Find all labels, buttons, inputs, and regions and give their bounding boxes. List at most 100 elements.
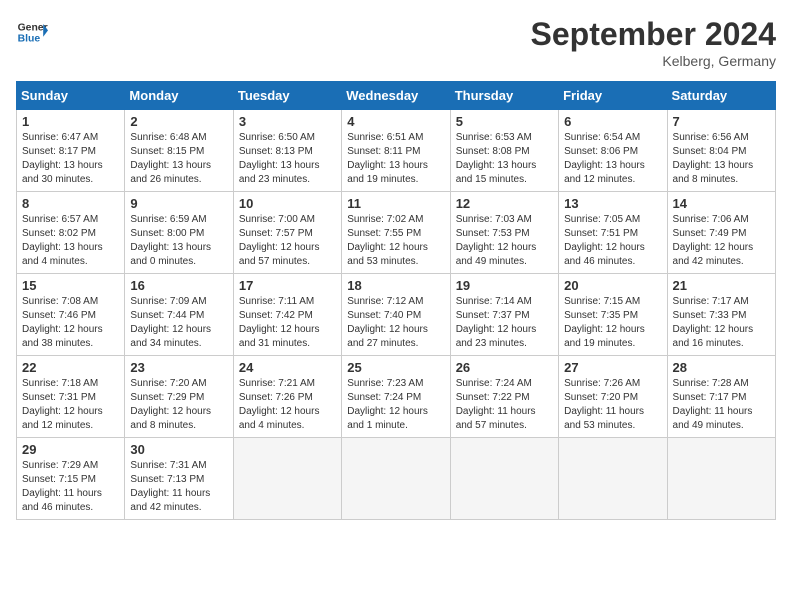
cell-info: Sunrise: 7:23 AM Sunset: 7:24 PM Dayligh… <box>347 377 444 433</box>
header-cell-monday: Monday <box>125 82 233 110</box>
calendar-week-row: 15 Sunrise: 7:08 AM Sunset: 7:46 PM Dayli… <box>17 274 776 356</box>
cell-info: Sunrise: 7:26 AM Sunset: 7:20 PM Dayligh… <box>564 377 661 433</box>
calendar-cell: 19 Sunrise: 7:14 AM Sunset: 7:37 PM Dayli… <box>450 274 558 356</box>
cell-info: Sunrise: 7:03 AM Sunset: 7:53 PM Dayligh… <box>456 213 553 269</box>
cell-info: Sunrise: 6:51 AM Sunset: 8:11 PM Dayligh… <box>347 131 444 187</box>
calendar-week-row: 29 Sunrise: 7:29 AM Sunset: 7:15 PM Dayli… <box>17 438 776 520</box>
calendar-cell: 2 Sunrise: 6:48 AM Sunset: 8:15 PM Daylig… <box>125 110 233 192</box>
calendar-cell <box>233 438 341 520</box>
calendar-week-row: 8 Sunrise: 6:57 AM Sunset: 8:02 PM Daylig… <box>17 192 776 274</box>
calendar-cell: 21 Sunrise: 7:17 AM Sunset: 7:33 PM Dayli… <box>667 274 775 356</box>
cell-info: Sunrise: 6:59 AM Sunset: 8:00 PM Dayligh… <box>130 213 227 269</box>
calendar-cell: 5 Sunrise: 6:53 AM Sunset: 8:08 PM Daylig… <box>450 110 558 192</box>
cell-info: Sunrise: 7:11 AM Sunset: 7:42 PM Dayligh… <box>239 295 336 351</box>
location-subtitle: Kelberg, Germany <box>531 53 776 69</box>
day-number: 4 <box>347 114 444 129</box>
cell-info: Sunrise: 7:24 AM Sunset: 7:22 PM Dayligh… <box>456 377 553 433</box>
header-cell-saturday: Saturday <box>667 82 775 110</box>
day-number: 16 <box>130 278 227 293</box>
calendar-cell: 14 Sunrise: 7:06 AM Sunset: 7:49 PM Dayli… <box>667 192 775 274</box>
day-number: 10 <box>239 196 336 211</box>
cell-info: Sunrise: 7:02 AM Sunset: 7:55 PM Dayligh… <box>347 213 444 269</box>
day-number: 19 <box>456 278 553 293</box>
calendar-week-row: 1 Sunrise: 6:47 AM Sunset: 8:17 PM Daylig… <box>17 110 776 192</box>
calendar-cell: 25 Sunrise: 7:23 AM Sunset: 7:24 PM Dayli… <box>342 356 450 438</box>
header-cell-thursday: Thursday <box>450 82 558 110</box>
cell-info: Sunrise: 7:17 AM Sunset: 7:33 PM Dayligh… <box>673 295 770 351</box>
cell-info: Sunrise: 6:48 AM Sunset: 8:15 PM Dayligh… <box>130 131 227 187</box>
cell-info: Sunrise: 7:15 AM Sunset: 7:35 PM Dayligh… <box>564 295 661 351</box>
cell-info: Sunrise: 6:50 AM Sunset: 8:13 PM Dayligh… <box>239 131 336 187</box>
calendar-cell: 4 Sunrise: 6:51 AM Sunset: 8:11 PM Daylig… <box>342 110 450 192</box>
day-number: 1 <box>22 114 119 129</box>
header-cell-sunday: Sunday <box>17 82 125 110</box>
cell-info: Sunrise: 6:57 AM Sunset: 8:02 PM Dayligh… <box>22 213 119 269</box>
calendar-cell: 24 Sunrise: 7:21 AM Sunset: 7:26 PM Dayli… <box>233 356 341 438</box>
calendar-cell: 1 Sunrise: 6:47 AM Sunset: 8:17 PM Daylig… <box>17 110 125 192</box>
calendar-cell: 23Sunrise: 7:20 AM Sunset: 7:29 PM Dayli… <box>125 356 233 438</box>
day-number: 12 <box>456 196 553 211</box>
logo: General Blue <box>16 16 48 48</box>
calendar-cell: 6 Sunrise: 6:54 AM Sunset: 8:06 PM Daylig… <box>559 110 667 192</box>
day-number: 20 <box>564 278 661 293</box>
calendar-cell: 20 Sunrise: 7:15 AM Sunset: 7:35 PM Dayli… <box>559 274 667 356</box>
cell-info: Sunrise: 6:53 AM Sunset: 8:08 PM Dayligh… <box>456 131 553 187</box>
cell-info: Sunrise: 7:14 AM Sunset: 7:37 PM Dayligh… <box>456 295 553 351</box>
header-cell-wednesday: Wednesday <box>342 82 450 110</box>
day-number: 27 <box>564 360 661 375</box>
day-number: 6 <box>564 114 661 129</box>
calendar-cell: 29 Sunrise: 7:29 AM Sunset: 7:15 PM Dayli… <box>17 438 125 520</box>
cell-info: Sunrise: 6:54 AM Sunset: 8:06 PM Dayligh… <box>564 131 661 187</box>
calendar-cell <box>667 438 775 520</box>
day-number: 2 <box>130 114 227 129</box>
day-number: 14 <box>673 196 770 211</box>
calendar-cell: 30 Sunrise: 7:31 AM Sunset: 7:13 PM Dayli… <box>125 438 233 520</box>
calendar-cell: 10Sunrise: 7:00 AM Sunset: 7:57 PM Dayli… <box>233 192 341 274</box>
calendar-week-row: 22Sunrise: 7:18 AM Sunset: 7:31 PM Dayli… <box>17 356 776 438</box>
cell-info: Sunrise: 7:31 AM Sunset: 7:13 PM Dayligh… <box>130 459 227 515</box>
calendar-cell <box>450 438 558 520</box>
logo-icon: General Blue <box>16 16 48 48</box>
calendar-cell: 13Sunrise: 7:05 AM Sunset: 7:51 PM Dayli… <box>559 192 667 274</box>
calendar-cell <box>342 438 450 520</box>
calendar-cell: 27 Sunrise: 7:26 AM Sunset: 7:20 PM Dayli… <box>559 356 667 438</box>
cell-info: Sunrise: 6:56 AM Sunset: 8:04 PM Dayligh… <box>673 131 770 187</box>
cell-info: Sunrise: 7:06 AM Sunset: 7:49 PM Dayligh… <box>673 213 770 269</box>
day-number: 13 <box>564 196 661 211</box>
month-year-title: September 2024 <box>531 16 776 53</box>
day-number: 18 <box>347 278 444 293</box>
day-number: 8 <box>22 196 119 211</box>
svg-text:Blue: Blue <box>18 34 41 45</box>
calendar-cell: 15 Sunrise: 7:08 AM Sunset: 7:46 PM Dayli… <box>17 274 125 356</box>
header-cell-tuesday: Tuesday <box>233 82 341 110</box>
day-number: 30 <box>130 442 227 457</box>
day-number: 24 <box>239 360 336 375</box>
calendar-cell: 26Sunrise: 7:24 AM Sunset: 7:22 PM Dayli… <box>450 356 558 438</box>
day-number: 15 <box>22 278 119 293</box>
calendar-cell: 12 Sunrise: 7:03 AM Sunset: 7:53 PM Dayli… <box>450 192 558 274</box>
cell-info: Sunrise: 7:28 AM Sunset: 7:17 PM Dayligh… <box>673 377 770 433</box>
cell-info: Sunrise: 7:29 AM Sunset: 7:15 PM Dayligh… <box>22 459 119 515</box>
cell-info: Sunrise: 7:20 AM Sunset: 7:29 PM Dayligh… <box>130 377 227 433</box>
day-number: 29 <box>22 442 119 457</box>
calendar-cell: 22Sunrise: 7:18 AM Sunset: 7:31 PM Dayli… <box>17 356 125 438</box>
calendar-header-row: SundayMondayTuesdayWednesdayThursdayFrid… <box>17 82 776 110</box>
calendar-cell: 17Sunrise: 7:11 AM Sunset: 7:42 PM Dayli… <box>233 274 341 356</box>
day-number: 21 <box>673 278 770 293</box>
cell-info: Sunrise: 7:12 AM Sunset: 7:40 PM Dayligh… <box>347 295 444 351</box>
cell-info: Sunrise: 7:09 AM Sunset: 7:44 PM Dayligh… <box>130 295 227 351</box>
day-number: 3 <box>239 114 336 129</box>
day-number: 5 <box>456 114 553 129</box>
cell-info: Sunrise: 7:08 AM Sunset: 7:46 PM Dayligh… <box>22 295 119 351</box>
page-header: General Blue September 2024 Kelberg, Ger… <box>16 16 776 69</box>
calendar-cell: 9 Sunrise: 6:59 AM Sunset: 8:00 PM Daylig… <box>125 192 233 274</box>
cell-info: Sunrise: 6:47 AM Sunset: 8:17 PM Dayligh… <box>22 131 119 187</box>
day-number: 25 <box>347 360 444 375</box>
calendar-cell: 28Sunrise: 7:28 AM Sunset: 7:17 PM Dayli… <box>667 356 775 438</box>
cell-info: Sunrise: 7:21 AM Sunset: 7:26 PM Dayligh… <box>239 377 336 433</box>
day-number: 7 <box>673 114 770 129</box>
day-number: 9 <box>130 196 227 211</box>
calendar-cell: 8 Sunrise: 6:57 AM Sunset: 8:02 PM Daylig… <box>17 192 125 274</box>
header-cell-friday: Friday <box>559 82 667 110</box>
calendar-cell <box>559 438 667 520</box>
